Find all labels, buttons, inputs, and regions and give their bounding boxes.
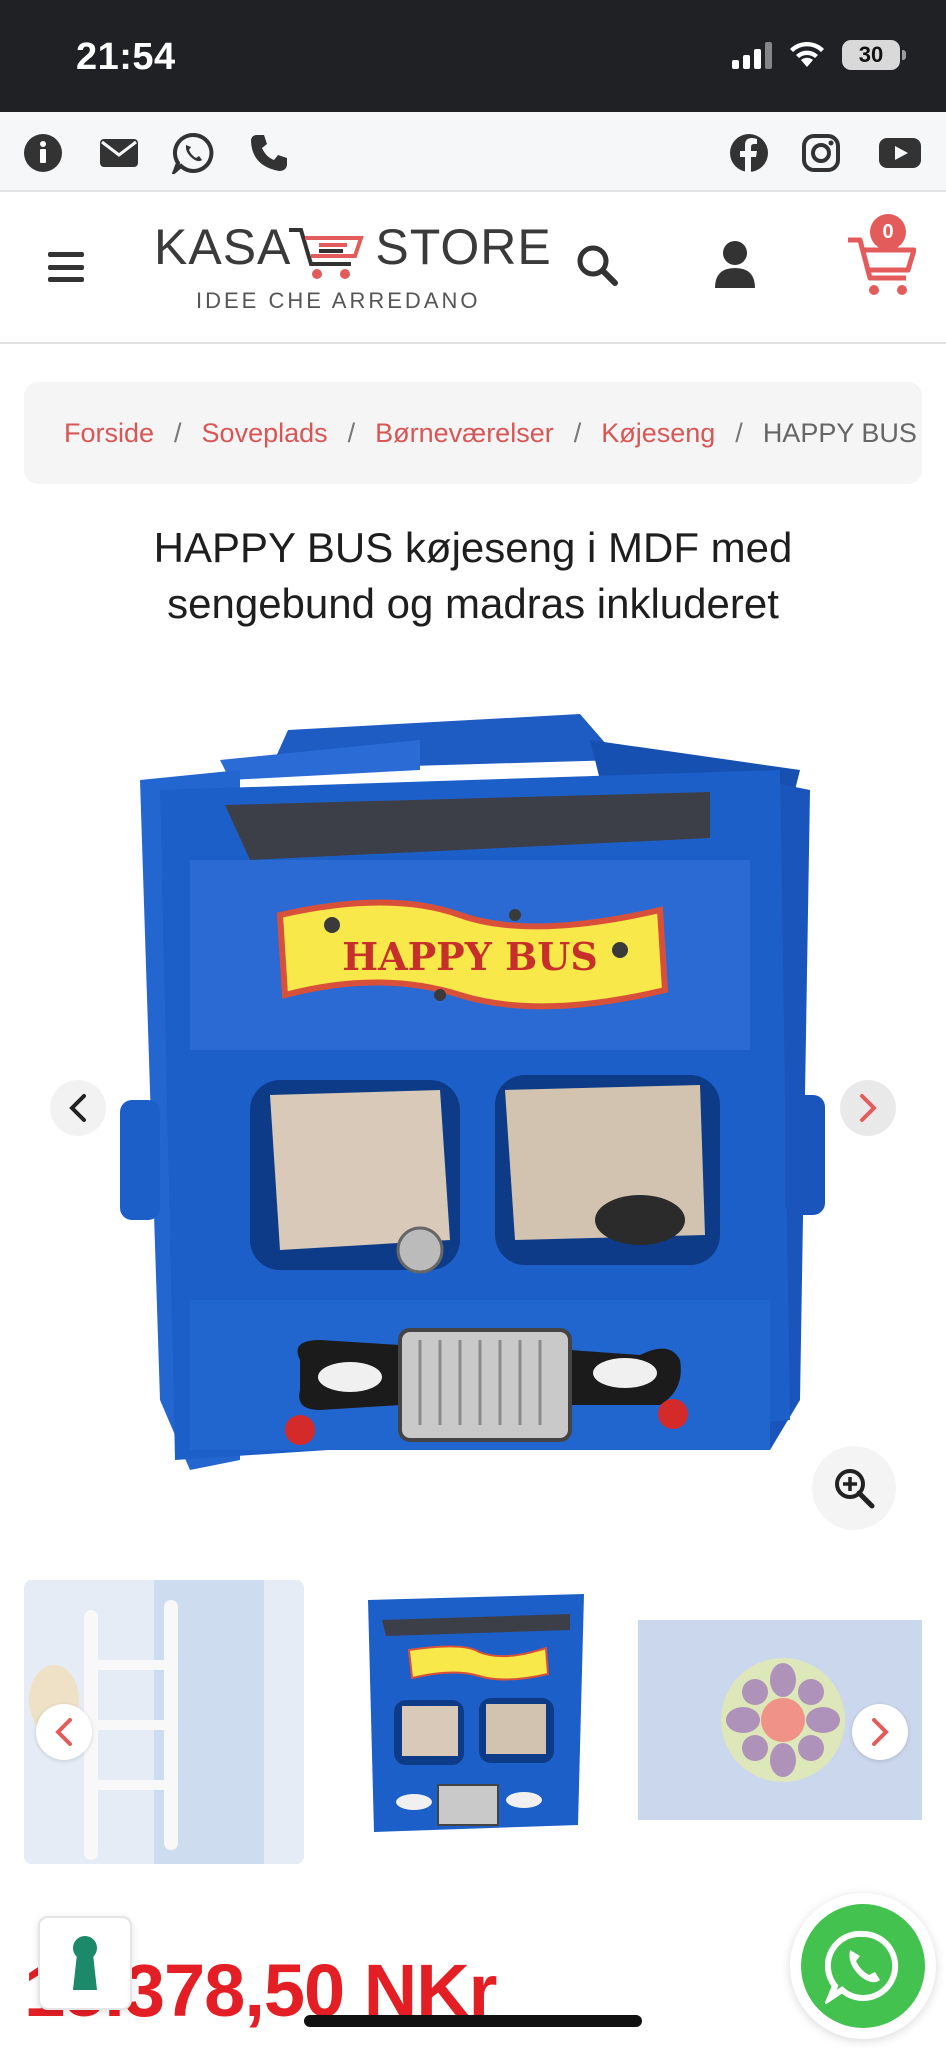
thumbnail-next-button[interactable] [852,1704,908,1760]
bus-bed-illustration: HAPPY BUS [120,714,825,1470]
whatsapp-icon [825,1930,899,2004]
phone-icon[interactable] [248,132,290,174]
youtube-icon[interactable] [876,132,924,174]
status-icons: 30 [732,40,906,70]
zoom-button[interactable] [812,1446,896,1530]
facebook-icon[interactable] [728,132,770,174]
status-time: 21:54 [76,36,176,78]
product-main-image[interactable]: HAPPY BUS [120,700,826,1480]
breadcrumb-separator: / [347,417,356,448]
cart-count-badge: 0 [870,214,906,250]
image-sign-text: HAPPY BUS [342,934,598,979]
site-header: KASA STORE IDEE CHE ARREDANO [0,192,946,344]
keyhole-icon [73,1936,97,1990]
breadcrumb-separator: / [174,417,182,448]
zoom-in-icon [835,1469,875,1509]
breadcrumb-separator: / [735,417,743,448]
logo-tagline: IDEE CHE ARREDANO [196,288,481,313]
thumbnail-happy-bus-front[interactable] [334,1580,614,1864]
gallery-prev-button[interactable] [50,1080,106,1136]
chevron-right-icon [860,1094,877,1122]
logo-text-right: STORE [375,219,552,275]
product-title: HAPPY BUS køjeseng i MDF med sengebund o… [153,524,793,627]
gallery-next-button[interactable] [840,1080,896,1136]
breadcrumb-item-koejeseng[interactable]: Køjeseng [601,418,715,449]
contact-bar [0,112,946,192]
chevron-right-icon [872,1718,889,1746]
whatsapp-icon[interactable] [172,132,214,174]
chevron-left-icon [55,1718,72,1746]
battery-icon: 30 [842,40,906,70]
breadcrumb-item-forside[interactable]: Forside [64,418,154,449]
user-account-icon[interactable] [714,240,756,290]
cookie-settings-button[interactable] [38,1916,132,2010]
status-bar: 21:54 30 [0,0,946,112]
battery-level: 30 [858,42,884,67]
home-indicator [304,2015,642,2027]
whatsapp-chat-button[interactable] [790,1893,936,2039]
logo-cart-icon [289,228,364,279]
envelope-icon[interactable] [98,132,140,174]
menu-icon[interactable] [48,252,84,282]
thumbnail-prev-button[interactable] [36,1704,92,1760]
breadcrumb-current: HAPPY BUS køjeseng i MDF med sengebund o… [762,417,922,448]
wifi-icon [790,41,824,67]
logo-text-left: KASA [154,219,292,275]
breadcrumb-item-soveplads[interactable]: Soveplads [202,418,328,449]
chevron-left-icon [69,1094,86,1122]
search-icon[interactable] [574,242,620,288]
breadcrumb: Forside / Soveplads / Børneværelser / Kø… [24,382,922,484]
whatsapp-button-circle [801,1904,925,2028]
breadcrumb-separator: / [573,417,582,448]
info-icon[interactable] [22,132,64,174]
breadcrumb-item-boernevaerelser[interactable]: Børneværelser [375,418,554,449]
cellular-signal-icon [732,41,772,69]
instagram-icon[interactable] [800,132,842,174]
site-logo[interactable]: KASA STORE IDEE CHE ARREDANO [150,218,551,318]
